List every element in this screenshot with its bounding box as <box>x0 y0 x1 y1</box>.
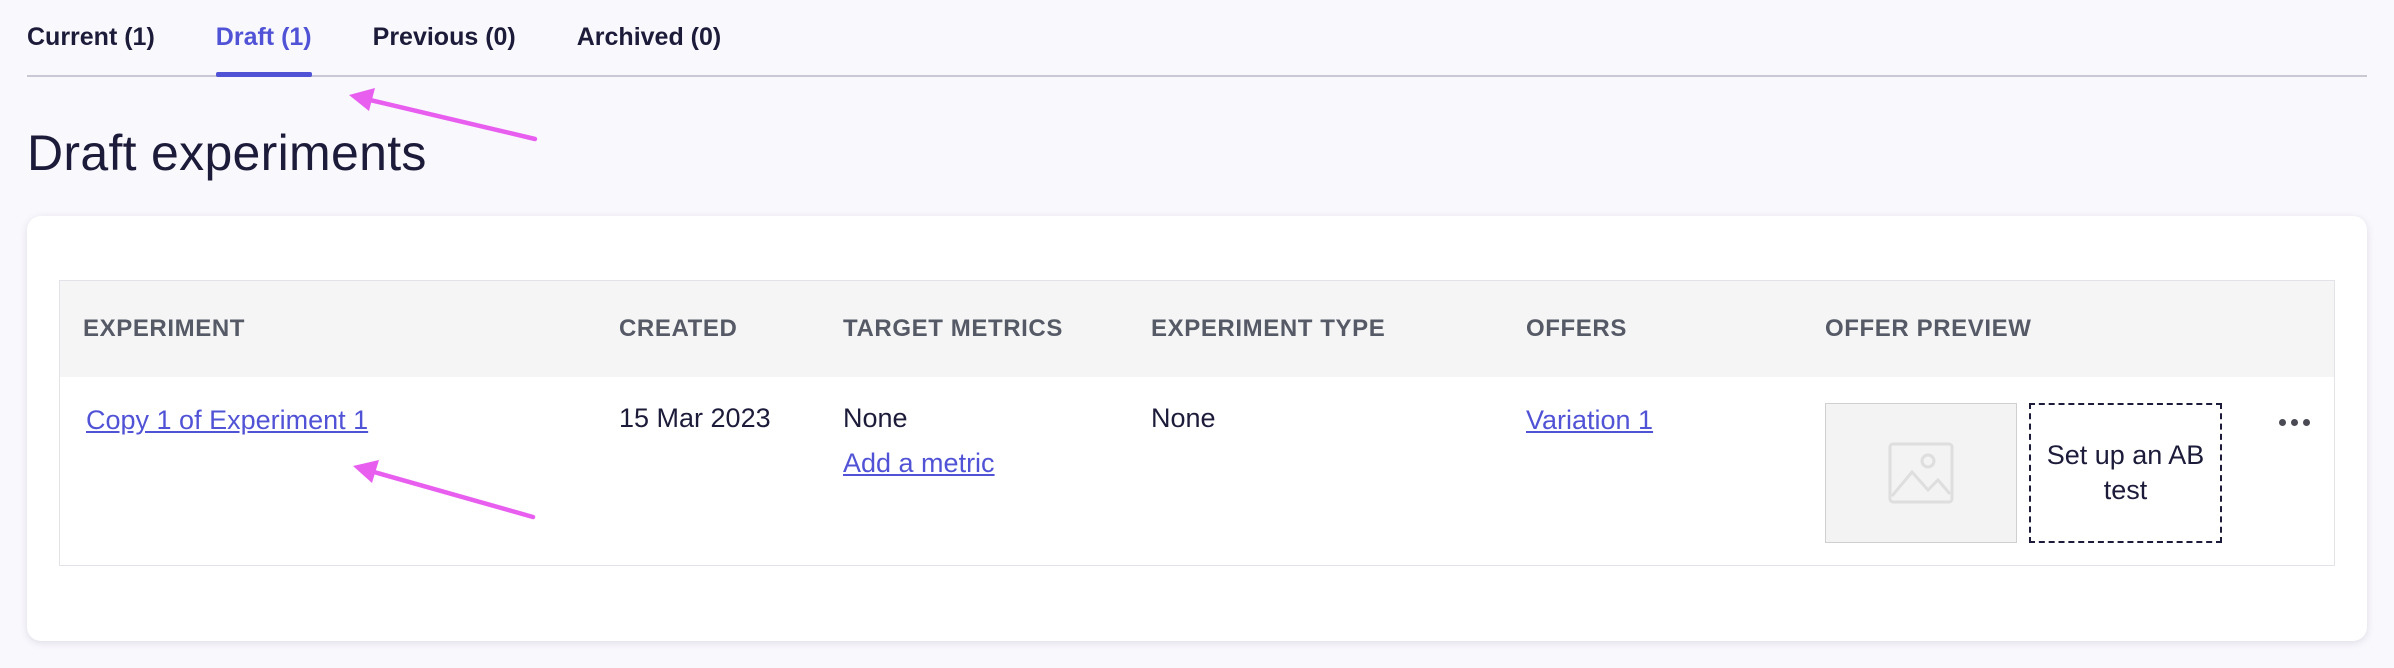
created-date: 15 Mar 2023 <box>619 403 771 433</box>
header-created: CREATED <box>619 315 738 342</box>
offer-preview-thumbnail <box>1825 403 2017 543</box>
experiments-card: EXPERIMENT CREATED TARGET METRICS EXPERI… <box>27 216 2367 641</box>
experiments-table: EXPERIMENT CREATED TARGET METRICS EXPERI… <box>59 280 2335 566</box>
target-metrics-value: None <box>843 403 908 433</box>
table-header: EXPERIMENT CREATED TARGET METRICS EXPERI… <box>60 281 2334 377</box>
header-target-metrics: TARGET METRICS <box>843 315 1063 342</box>
add-metric-link[interactable]: Add a metric <box>843 448 995 479</box>
tab-archived[interactable]: Archived (0) <box>577 0 721 75</box>
experiment-type-value: None <box>1151 403 1216 433</box>
header-experiment: EXPERIMENT <box>83 315 246 342</box>
offer-variation-link[interactable]: Variation 1 <box>1526 405 1653 436</box>
experiment-name-link[interactable]: Copy 1 of Experiment 1 <box>86 405 368 436</box>
header-offers: OFFERS <box>1526 315 1627 342</box>
setup-ab-test-button[interactable]: Set up an AB test <box>2029 403 2222 543</box>
header-experiment-type: EXPERIMENT TYPE <box>1151 315 1386 342</box>
header-offer-preview: OFFER PREVIEW <box>1825 315 2032 342</box>
tab-draft[interactable]: Draft (1) <box>215 0 312 77</box>
experiment-tabs: Current (1) Draft (1) Previous (0) Archi… <box>27 0 2367 77</box>
tab-previous[interactable]: Previous (0) <box>373 0 516 75</box>
more-options-icon[interactable] <box>2272 407 2316 437</box>
page-title: Draft experiments <box>27 125 427 181</box>
tab-current[interactable]: Current (1) <box>27 0 155 75</box>
image-placeholder-icon <box>1888 442 1954 504</box>
